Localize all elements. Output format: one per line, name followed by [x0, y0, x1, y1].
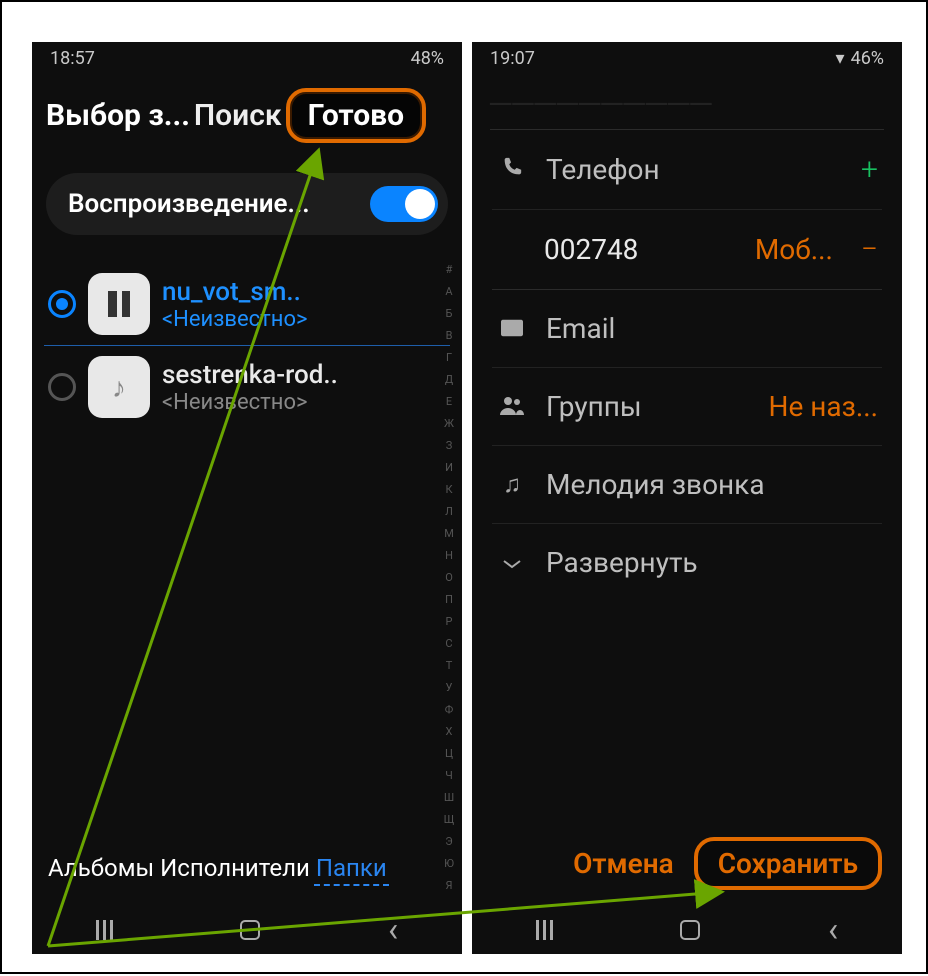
index-letter[interactable]: У [440, 681, 458, 693]
index-letter[interactable]: Щ [440, 813, 458, 825]
index-letter[interactable]: А [440, 285, 458, 297]
phone-entry-row[interactable]: 002748 Моб... − [492, 210, 882, 290]
track-list: #АБВГДЕЖЗИКЛМНОПРСТУФХЦЧШЩЭЮЯ nu_vot_sm.… [32, 263, 462, 428]
phone-number-value[interactable]: 002748 [544, 233, 638, 266]
email-icon [496, 315, 528, 343]
index-letter[interactable]: Ш [440, 791, 458, 803]
remove-phone-button[interactable]: − [861, 232, 878, 267]
index-letter[interactable]: В [440, 329, 458, 341]
tab-folders[interactable]: Папки [314, 852, 389, 886]
status-time: 18:57 [50, 48, 95, 69]
index-letter[interactable]: Р [440, 615, 458, 627]
playback-label: Воспроизведение... [68, 189, 310, 219]
nav-back[interactable] [388, 910, 398, 950]
android-navbar [472, 906, 902, 954]
track-row[interactable]: ♪ sestrenka-rod.. <Неизвестно> [44, 346, 450, 428]
groups-label: Группы [546, 390, 642, 423]
bottom-tabs: Альбомы Исполнители Папки [32, 852, 462, 894]
index-letter[interactable]: Ч [440, 769, 458, 781]
phone-section-header: Телефон + [492, 130, 882, 210]
add-phone-button[interactable]: + [861, 152, 878, 187]
battery-text: 48% [411, 48, 444, 69]
status-right: ▾ 46% [836, 48, 884, 69]
selection-header: Выбор з... Поиск Готово [32, 74, 462, 167]
select-radio[interactable] [48, 373, 76, 401]
tab-artists[interactable]: Исполнители [158, 852, 312, 886]
battery-text: 46% [851, 48, 884, 69]
phone-type-value[interactable]: Моб... [755, 233, 833, 266]
email-row[interactable]: Email [492, 290, 882, 368]
track-thumb[interactable]: ♪ [88, 356, 150, 418]
status-time: 19:07 [490, 48, 535, 69]
phone-screenshot-right: 19:07 ▾ 46% ────────── Телефон + 002748 … [472, 42, 902, 954]
select-radio[interactable] [48, 290, 76, 318]
chevron-down-icon [496, 549, 528, 577]
statusbar: 18:57 48% [32, 42, 462, 74]
cancel-button[interactable]: Отмена [571, 837, 676, 890]
index-letter[interactable]: Х [440, 725, 458, 737]
groups-value[interactable]: Не наз... [768, 390, 878, 423]
header-blur: ────────── [490, 86, 884, 121]
android-navbar [32, 906, 462, 954]
form-footer: Отмена Сохранить [472, 837, 902, 900]
nav-home[interactable] [240, 920, 260, 940]
index-letter[interactable]: # [440, 263, 458, 275]
nav-home[interactable] [680, 920, 700, 940]
email-label: Email [546, 312, 615, 345]
index-letter[interactable]: Ф [440, 703, 458, 715]
search-button[interactable]: Поиск [194, 98, 282, 133]
expand-row[interactable]: Развернуть [492, 524, 882, 601]
groups-row[interactable]: Группы Не наз... [492, 368, 882, 446]
index-letter[interactable]: Э [440, 835, 458, 847]
music-note-icon: ♪ [112, 371, 126, 404]
index-letter[interactable]: Д [440, 373, 458, 385]
track-row[interactable]: nu_vot_sm.. <Неизвестно> [44, 263, 450, 346]
index-letter[interactable]: Ц [440, 747, 458, 759]
index-letter[interactable]: М [440, 527, 458, 539]
track-artist: <Неизвестно> [162, 307, 308, 332]
nav-back[interactable] [828, 910, 838, 950]
playback-toggle[interactable] [370, 186, 438, 222]
playback-pill[interactable]: Воспроизведение... [46, 173, 448, 235]
header-title: Выбор з... [46, 98, 190, 133]
index-letter[interactable]: К [440, 483, 458, 495]
index-letter[interactable]: Л [440, 505, 458, 517]
index-letter[interactable]: Т [440, 659, 458, 671]
index-letter[interactable]: Е [440, 395, 458, 407]
track-artist: <Неизвестно> [162, 390, 338, 415]
nav-recents[interactable] [96, 920, 113, 940]
wifi-icon: ▾ [836, 48, 845, 69]
phone-screenshot-left: 18:57 48% Выбор з... Поиск Готово Воспро… [32, 42, 462, 954]
done-button[interactable]: Готово [286, 88, 426, 143]
ringtone-icon: ♫ [496, 470, 528, 499]
contact-form: Телефон + 002748 Моб... − Email Группы Н… [472, 130, 902, 601]
index-letter[interactable]: Ж [440, 417, 458, 429]
ringtone-label: Мелодия звонка [546, 468, 765, 501]
index-letter[interactable]: И [440, 461, 458, 473]
status-right: 48% [411, 48, 444, 69]
tab-albums[interactable]: Альбомы [46, 852, 156, 886]
index-letter[interactable]: О [440, 571, 458, 583]
groups-icon [496, 393, 528, 421]
index-letter[interactable]: Б [440, 307, 458, 319]
phone-icon [496, 156, 528, 184]
save-button[interactable]: Сохранить [694, 837, 882, 890]
ringtone-row[interactable]: ♫ Мелодия звонка [492, 446, 882, 524]
track-title: sestrenka-rod.. [162, 360, 338, 390]
pause-icon [108, 291, 130, 317]
alpha-index[interactable]: #АБВГДЕЖЗИКЛМНОПРСТУФХЦЧШЩЭЮЯ [440, 263, 458, 823]
index-letter[interactable]: З [440, 439, 458, 451]
statusbar: 19:07 ▾ 46% [472, 42, 902, 74]
track-thumb[interactable] [88, 273, 150, 335]
index-letter[interactable]: Г [440, 351, 458, 363]
expand-label: Развернуть [546, 546, 698, 579]
index-letter[interactable]: Н [440, 549, 458, 561]
index-letter[interactable]: С [440, 637, 458, 649]
track-title: nu_vot_sm.. [162, 277, 308, 307]
phone-label: Телефон [546, 153, 660, 186]
nav-recents[interactable] [536, 920, 553, 940]
contact-edit-header: ────────── [490, 86, 884, 130]
index-letter[interactable]: П [440, 593, 458, 605]
